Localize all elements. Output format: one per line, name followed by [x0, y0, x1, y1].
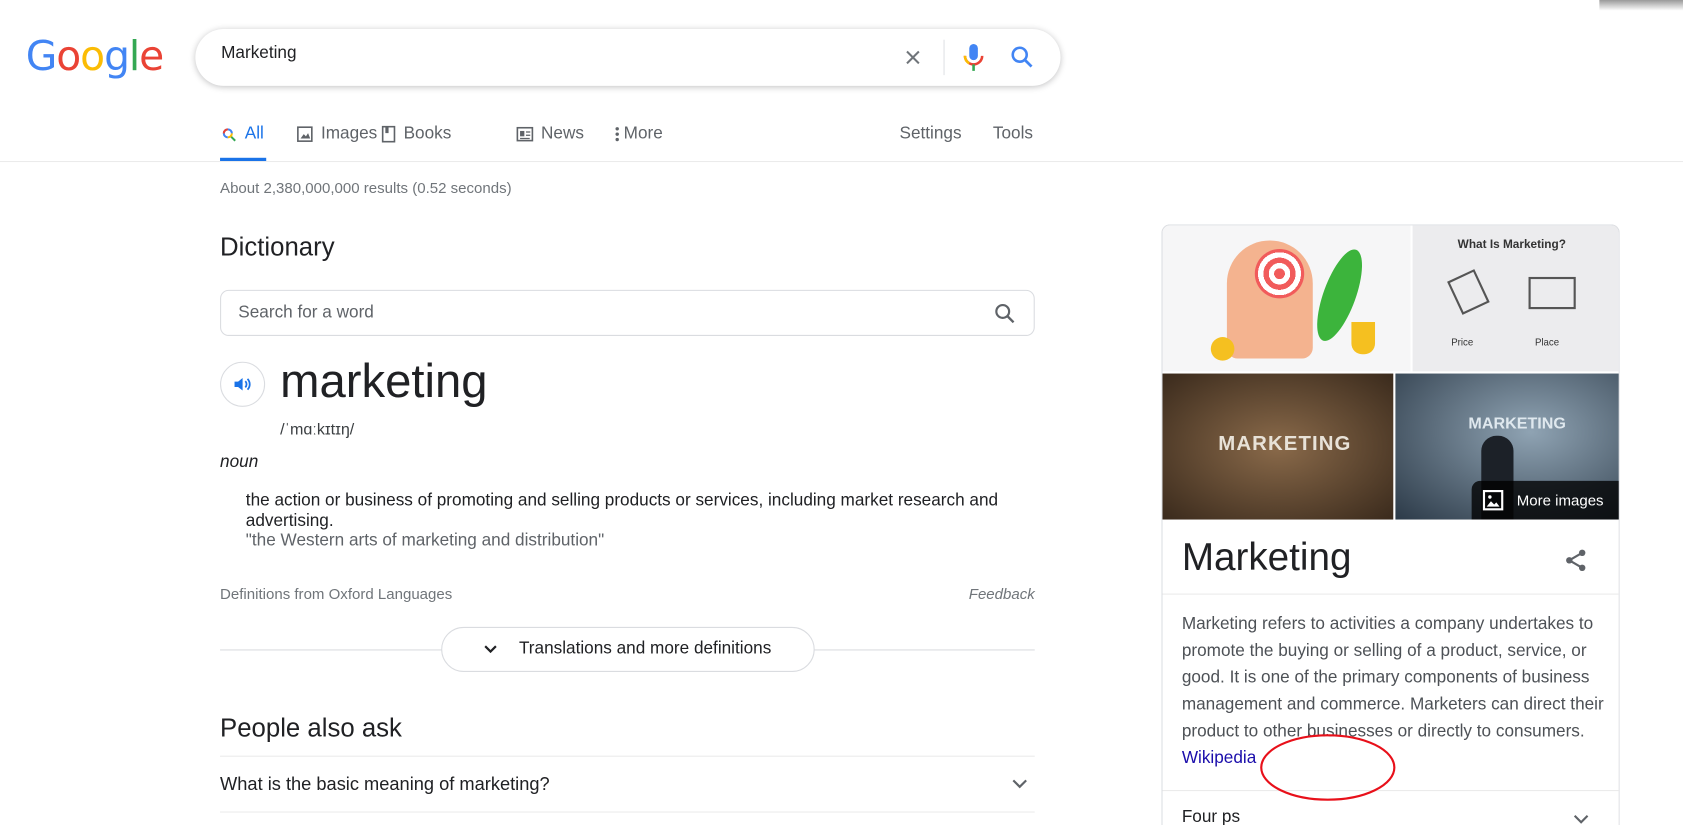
more-vert-icon — [615, 127, 619, 142]
people-also-ask-heading: People also ask — [220, 713, 402, 743]
image-thumbnail[interactable] — [1162, 225, 1411, 372]
window-shadow — [1599, 0, 1683, 11]
dictionary-word: marketing — [280, 355, 488, 408]
divider — [943, 39, 945, 76]
settings-label: Settings — [899, 124, 962, 143]
header-divider — [0, 161, 1683, 163]
more-definitions-label: Translations and more definitions — [518, 639, 772, 658]
news-icon — [516, 126, 534, 142]
clear-icon[interactable] — [903, 47, 923, 67]
chevron-down-icon — [1573, 815, 1589, 824]
image-caption: Place — [1534, 337, 1560, 348]
image-caption: MARKETING — [1468, 414, 1566, 433]
tab-label: Images — [320, 124, 378, 143]
tab-news[interactable]: News — [516, 125, 584, 144]
annotation-circle — [1260, 734, 1396, 801]
dictionary-source: Definitions from Oxford Languages — [220, 585, 453, 603]
result-stats: About 2,380,000,000 results (0.52 second… — [220, 179, 512, 197]
share-icon[interactable] — [1563, 547, 1589, 573]
tools-label: Tools — [992, 124, 1033, 143]
divider — [1162, 593, 1619, 595]
phonetic: /ˈmɑːkɪtɪŋ/ — [280, 420, 355, 440]
more-images-label: More images — [1516, 491, 1604, 509]
tab-label: Books — [403, 124, 452, 143]
tab-images[interactable]: Images — [296, 125, 377, 144]
part-of-speech: noun — [220, 452, 259, 472]
more-definitions-button[interactable]: Translations and more definitions — [441, 626, 815, 672]
section-label: Four ps — [1181, 808, 1241, 825]
image-thumbnail[interactable]: MARKETING — [1162, 373, 1394, 520]
search-icon[interactable] — [1009, 44, 1035, 70]
wikipedia-link[interactable]: Wikipedia — [1182, 749, 1256, 767]
chevron-down-icon — [484, 645, 498, 654]
divider — [220, 811, 1035, 813]
chevron-down-icon — [1012, 779, 1027, 789]
settings-link[interactable]: Settings — [900, 125, 962, 144]
image-thumbnail[interactable]: What Is Marketing? Price Place — [1412, 225, 1619, 372]
description-text: Marketing refers to activities a company… — [1181, 615, 1604, 741]
book-icon — [381, 125, 396, 143]
search-box — [195, 28, 1061, 86]
definition: the action or business of promoting and … — [245, 491, 999, 531]
pronunciation-button[interactable] — [220, 361, 266, 407]
example: "the Western arts of marketing and distr… — [245, 531, 605, 550]
speaker-icon — [234, 378, 251, 391]
image-icon — [1482, 490, 1504, 511]
image-caption: MARKETING — [1218, 432, 1352, 456]
tab-books[interactable]: Books — [381, 125, 451, 144]
question-text: What is the basic meaning of marketing? — [220, 773, 550, 795]
tab-more[interactable]: More — [615, 125, 663, 144]
dictionary-heading: Dictionary — [220, 232, 335, 262]
entity-title: Marketing — [1181, 534, 1352, 579]
image-icon — [297, 126, 313, 142]
tab-label: All — [244, 124, 264, 143]
tab-label: News — [540, 124, 584, 143]
dictionary-search — [220, 289, 1035, 336]
search-icon — [222, 127, 236, 141]
question-item[interactable]: What is the basic meaning of marketing? — [220, 757, 1035, 811]
image-caption: What Is Marketing? — [1457, 238, 1566, 252]
tab-all[interactable]: All — [221, 125, 264, 144]
google-logo[interactable]: Google — [26, 32, 165, 79]
dictionary-search-input[interactable] — [238, 303, 937, 324]
search-input[interactable] — [221, 44, 866, 64]
more-images-button[interactable]: More images — [1471, 480, 1619, 520]
feedback-link[interactable]: Feedback — [963, 585, 1035, 602]
tools-link[interactable]: Tools — [993, 125, 1033, 144]
tab-label: More — [623, 124, 663, 143]
image-caption: Price — [1451, 337, 1474, 348]
search-icon[interactable] — [993, 302, 1017, 326]
microphone-icon[interactable] — [962, 43, 986, 73]
